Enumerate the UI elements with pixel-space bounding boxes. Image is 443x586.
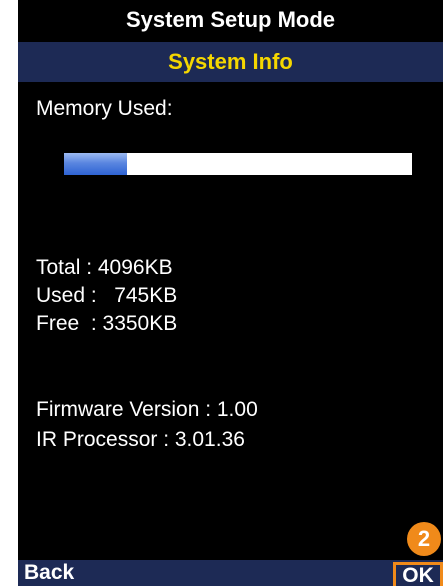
memory-total: Total : 4096KB — [36, 256, 173, 279]
memory-stats: Total : 4096KB Used : 745KB Free : 3350K… — [36, 254, 177, 338]
memory-used: Used : 745KB — [36, 284, 178, 307]
firmware-version: Firmware Version : 1.00 — [36, 398, 258, 421]
ok-button[interactable]: OK — [393, 562, 443, 586]
ir-processor-version: IR Processor : 3.01.36 — [36, 428, 245, 451]
screen-subtitle: System Info — [168, 49, 293, 74]
screen-subtitle-bar: System Info — [18, 42, 443, 82]
memory-usage-bar — [64, 153, 412, 175]
device-screen: System Setup Mode System Info Memory Use… — [18, 0, 443, 586]
memory-used-label: Memory Used: — [36, 97, 173, 120]
back-button[interactable]: Back — [24, 560, 74, 586]
step-number-badge: 2 — [407, 522, 441, 556]
step-number: 2 — [417, 526, 431, 551]
memory-usage-fill — [64, 153, 128, 175]
version-info: Firmware Version : 1.00 IR Processor : 3… — [36, 395, 258, 455]
softkey-bar — [18, 560, 443, 586]
mode-title: System Setup Mode — [125, 7, 336, 32]
mode-title-bar: System Setup Mode — [18, 0, 443, 40]
memory-free: Free : 3350KB — [36, 312, 178, 335]
